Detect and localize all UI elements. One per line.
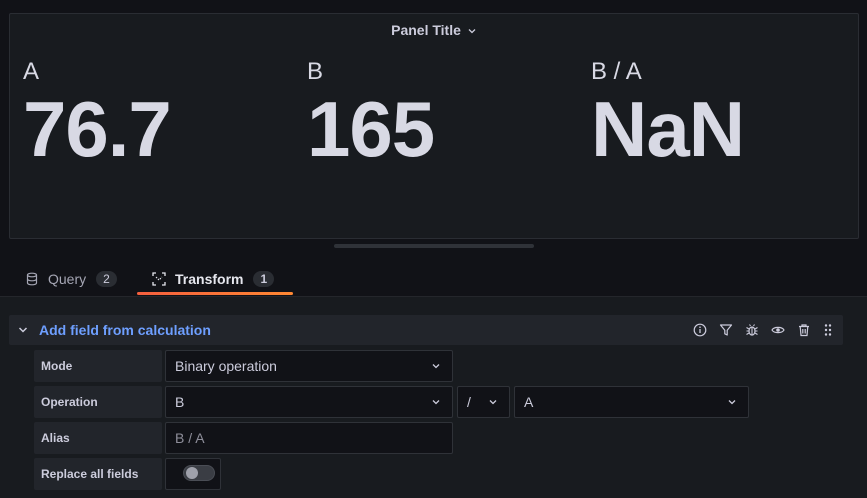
stat-label: B / A [591,58,642,85]
operation-left-select[interactable]: B [165,386,453,418]
operation-left-value: B [175,394,185,410]
operation-right-value: A [524,394,534,410]
chevron-down-icon [467,23,477,39]
stat-a: A 76.7 [23,58,172,173]
stat-b: B 165 [307,58,435,173]
stat-label: B [307,58,324,85]
operation-right-select[interactable]: A [514,386,749,418]
mode-select[interactable]: Binary operation [165,350,453,382]
trash-icon[interactable] [797,323,811,337]
transformation-header[interactable]: Add field from calculation [9,315,843,345]
transformation-title[interactable]: Add field from calculation [39,322,211,338]
stat-label: A [23,58,40,85]
panel-title[interactable]: Panel Title [10,22,858,39]
stat-value: 76.7 [23,85,172,173]
replace-all-fields-toggle[interactable] [183,465,215,481]
panel-resize-handle[interactable] [334,244,534,248]
debug-icon[interactable] [745,323,759,337]
stat-panel: Panel Title A 76.7 B 165 B / A NaN [9,13,859,239]
tab-label: Query [48,271,87,287]
drag-handle-icon[interactable] [823,323,833,337]
database-icon [25,272,39,286]
filter-icon[interactable] [719,323,733,337]
tab-query[interactable]: Query 2 [25,262,117,296]
chevron-down-icon [430,360,442,372]
chevron-down-icon [430,396,442,408]
alias-label: Alias [34,422,162,454]
tab-count-badge: 1 [253,271,275,287]
alias-input[interactable]: B / A [165,422,453,454]
operator-select[interactable]: / [457,386,510,418]
active-tab-indicator [137,292,293,295]
stat-value: 165 [307,85,435,173]
tab-label: Transform [175,271,244,287]
transform-icon [152,272,166,286]
tab-transform[interactable]: Transform 1 [152,262,275,296]
toggle-knob [186,467,198,479]
info-icon[interactable] [693,323,707,337]
panel-title-text: Panel Title [391,22,461,38]
tab-count-badge: 2 [96,271,117,287]
stat-value: NaN [591,85,745,173]
chevron-down-icon [487,396,499,408]
mode-select-value: Binary operation [175,358,277,374]
mode-label: Mode [34,350,162,382]
eye-icon[interactable] [771,323,785,337]
chevron-down-icon [726,396,738,408]
operator-value: / [467,394,471,410]
editor-tabs: Query 2 Transform 1 [0,262,867,296]
chevron-down-icon[interactable] [17,324,29,336]
replace-all-fields-label: Replace all fields [34,458,162,490]
operation-label: Operation [34,386,162,418]
alias-placeholder: B / A [175,430,205,446]
stat-b-over-a: B / A NaN [591,58,745,173]
transform-editor: Add field from calculation Mode Binary o… [0,296,867,498]
transformation-actions [681,315,833,345]
